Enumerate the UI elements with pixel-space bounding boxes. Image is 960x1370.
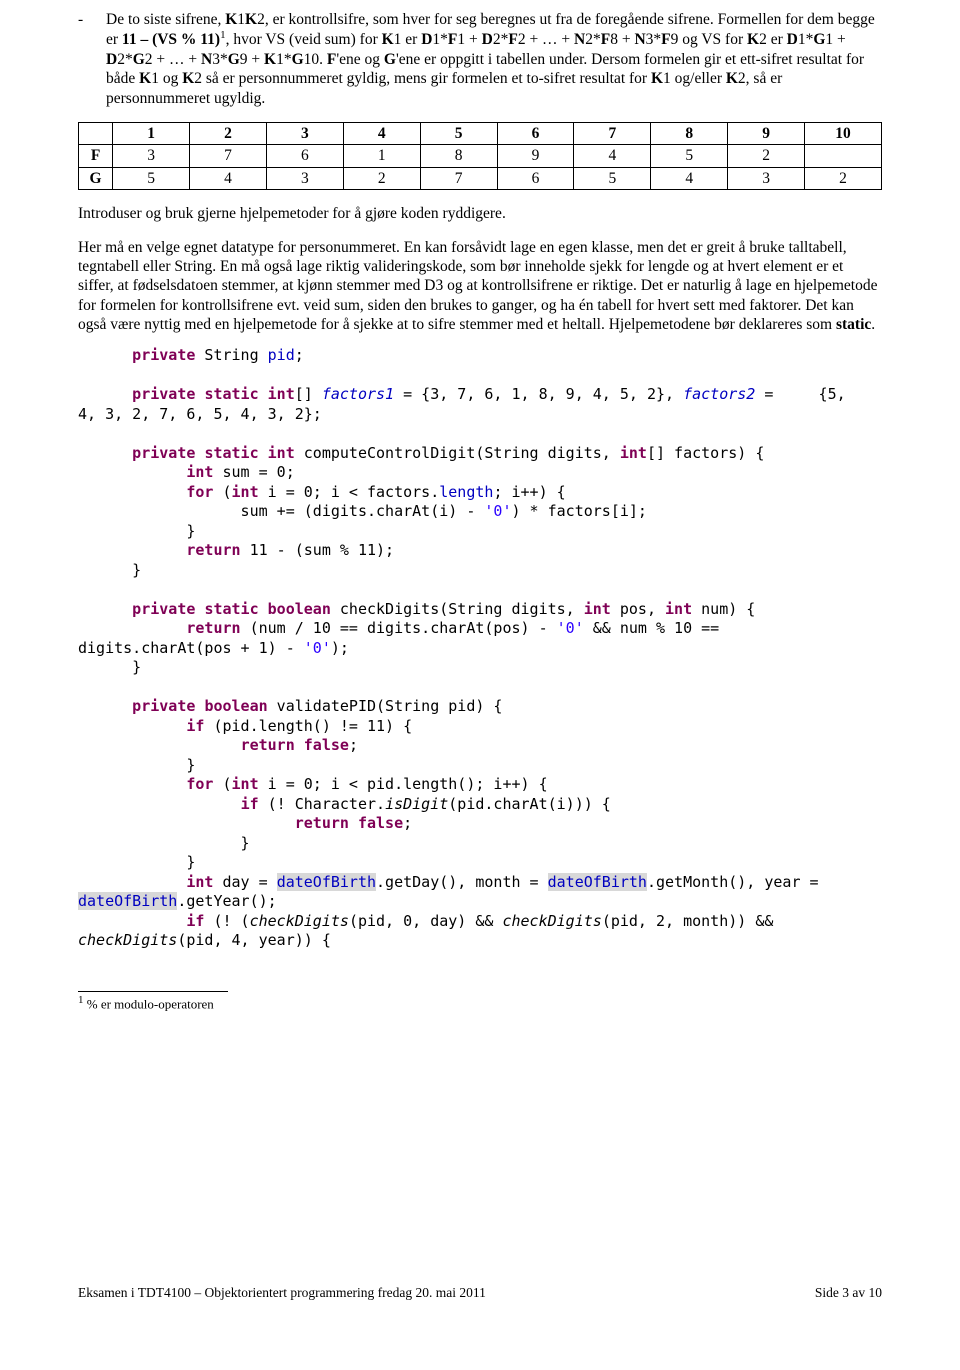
table-cell: 1: [113, 123, 190, 145]
table-cell: [805, 145, 882, 167]
table-cell: [79, 123, 113, 145]
code-block: private String pid; private static int[]…: [78, 346, 882, 951]
table-cell: 2: [728, 145, 805, 167]
table-row: G 5 4 3 2 7 6 5 4 3 2: [79, 167, 882, 189]
table-cell: 4: [651, 167, 728, 189]
table-cell: 3: [728, 167, 805, 189]
table-cell: 7: [420, 167, 497, 189]
bullet-paragraph: - De to siste sifrene, K1K2, er kontroll…: [78, 10, 882, 108]
table-cell: 1: [343, 145, 420, 167]
table-cell: 2: [190, 123, 267, 145]
table-cell: F: [79, 145, 113, 167]
footnote: 1 % er modulo-operatoren: [78, 994, 882, 1013]
table-cell: 2: [805, 167, 882, 189]
footnote-separator: [78, 991, 228, 992]
page-number: Side 3 av 10: [815, 1285, 882, 1302]
table-cell: 8: [651, 123, 728, 145]
footer-left-text: Eksamen i TDT4100 – Objektorientert prog…: [78, 1285, 486, 1300]
table-cell: 6: [497, 123, 574, 145]
table-header-row: 1 2 3 4 5 6 7 8 9 10: [79, 123, 882, 145]
table-cell: 2: [343, 167, 420, 189]
table-cell: 8: [420, 145, 497, 167]
table-cell: 6: [266, 145, 343, 167]
table-cell: 4: [574, 145, 651, 167]
table-cell: 5: [574, 167, 651, 189]
page-footer: Side 3 av 10 Eksamen i TDT4100 – Objekto…: [78, 1285, 882, 1302]
table-cell: 5: [651, 145, 728, 167]
table-cell: 3: [113, 145, 190, 167]
bullet-dash: -: [78, 10, 106, 108]
table-cell: 9: [497, 145, 574, 167]
footnote-text: % er modulo-operatoren: [84, 996, 214, 1011]
table-cell: 10: [805, 123, 882, 145]
table-cell: 9: [728, 123, 805, 145]
table-cell: 4: [343, 123, 420, 145]
factor-table: 1 2 3 4 5 6 7 8 9 10 F 3 7 6 1 8 9 4 5 2…: [78, 122, 882, 190]
solution-paragraph: Her må en velge egnet datatype for perso…: [78, 238, 882, 335]
intro-paragraph: Introduser og bruk gjerne hjelpemetoder …: [78, 204, 882, 223]
static-word: static: [836, 316, 871, 333]
solution-dot: .: [871, 316, 875, 333]
table-cell: 5: [420, 123, 497, 145]
table-cell: 6: [497, 167, 574, 189]
solution-text: Her må en velge egnet datatype for perso…: [78, 239, 877, 334]
table-cell: 7: [574, 123, 651, 145]
table-cell: 3: [266, 167, 343, 189]
bullet-text: De to siste sifrene, K1K2, er kontrollsi…: [106, 10, 882, 108]
document-page: - De to siste sifrene, K1K2, er kontroll…: [0, 0, 960, 1320]
table-cell: 5: [113, 167, 190, 189]
table-cell: 4: [190, 167, 267, 189]
table-cell: 3: [266, 123, 343, 145]
table-cell: G: [79, 167, 113, 189]
table-cell: 7: [190, 145, 267, 167]
table-row: F 3 7 6 1 8 9 4 5 2: [79, 145, 882, 167]
